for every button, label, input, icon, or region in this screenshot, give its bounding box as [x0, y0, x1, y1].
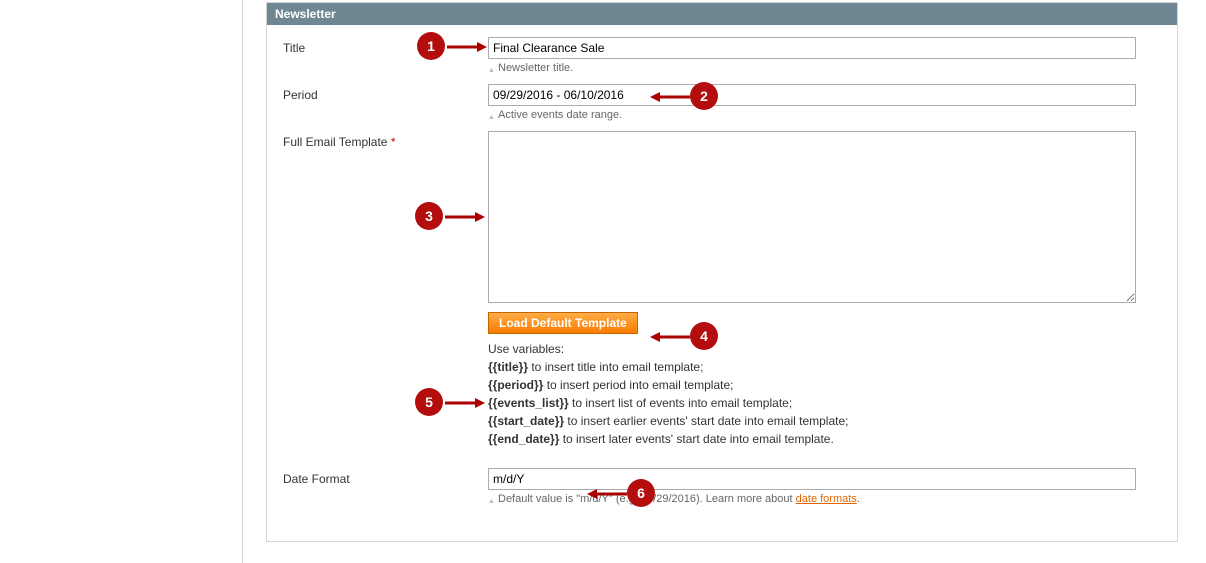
dateformat-hint-post: .: [857, 493, 860, 505]
var-token-0: {{title}}: [488, 360, 528, 374]
var-desc-3: to insert earlier events' start date int…: [564, 414, 848, 428]
date-formats-link[interactable]: date formats: [796, 493, 857, 505]
period-hint: Active events date range.: [488, 108, 1161, 123]
var-desc-0: to insert title into email template;: [528, 360, 703, 374]
panel-body: Title Newsletter title. Period Active ev…: [267, 25, 1177, 541]
left-divider: [242, 0, 243, 563]
annotation-arrow-4: [650, 332, 690, 342]
var-desc-1: to insert period into email template;: [543, 378, 733, 392]
var-token-2: {{events_list}}: [488, 396, 569, 410]
annotation-badge-6: 6: [627, 479, 655, 507]
annotation-arrow-6: [587, 489, 627, 499]
row-period: Period Active events date range.: [283, 84, 1161, 123]
var-line-2: {{events_list}} to insert list of events…: [488, 394, 1161, 412]
row-dateformat: Date Format Default value is "m/d/Y" (e.…: [283, 468, 1161, 507]
var-line-0: {{title}} to insert title into email tem…: [488, 358, 1161, 376]
newsletter-panel: Newsletter Title Newsletter title. Perio…: [266, 2, 1178, 542]
label-template: Full Email Template *: [283, 131, 488, 149]
label-period: Period: [283, 84, 488, 102]
label-dateformat: Date Format: [283, 468, 488, 486]
var-token-4: {{end_date}}: [488, 432, 559, 446]
annotation-badge-5: 5: [415, 388, 443, 416]
var-token-1: {{period}}: [488, 378, 543, 392]
var-desc-2: to insert list of events into email temp…: [569, 396, 792, 410]
var-line-1: {{period}} to insert period into email t…: [488, 376, 1161, 394]
load-default-template-button[interactable]: Load Default Template: [488, 312, 638, 334]
dateformat-input[interactable]: [488, 468, 1136, 490]
vars-intro: Use variables:: [488, 340, 1161, 358]
panel-header: Newsletter: [267, 3, 1177, 25]
var-line-3: {{start_date}} to insert earlier events'…: [488, 412, 1161, 430]
required-indicator: *: [391, 135, 396, 149]
annotation-badge-1: 1: [417, 32, 445, 60]
var-desc-4: to insert later events' start date into …: [559, 432, 833, 446]
annotation-arrow-3: [445, 212, 485, 222]
annotation-arrow-1: [447, 42, 487, 52]
annotation-badge-3: 3: [415, 202, 443, 230]
title-hint: Newsletter title.: [488, 61, 1161, 76]
annotation-arrow-2: [650, 92, 690, 102]
panel-title: Newsletter: [275, 7, 336, 21]
variables-help: Use variables: {{title}} to insert title…: [488, 340, 1161, 448]
period-input[interactable]: [488, 84, 1136, 106]
row-title: Title Newsletter title.: [283, 37, 1161, 76]
var-line-4: {{end_date}} to insert later events' sta…: [488, 430, 1161, 448]
label-template-text: Full Email Template: [283, 135, 387, 149]
title-input[interactable]: [488, 37, 1136, 59]
annotation-arrow-5: [445, 398, 485, 408]
var-token-3: {{start_date}}: [488, 414, 564, 428]
annotation-badge-2: 2: [690, 82, 718, 110]
page-root: Newsletter Title Newsletter title. Perio…: [0, 0, 1206, 563]
template-textarea[interactable]: [488, 131, 1136, 303]
annotation-badge-4: 4: [690, 322, 718, 350]
